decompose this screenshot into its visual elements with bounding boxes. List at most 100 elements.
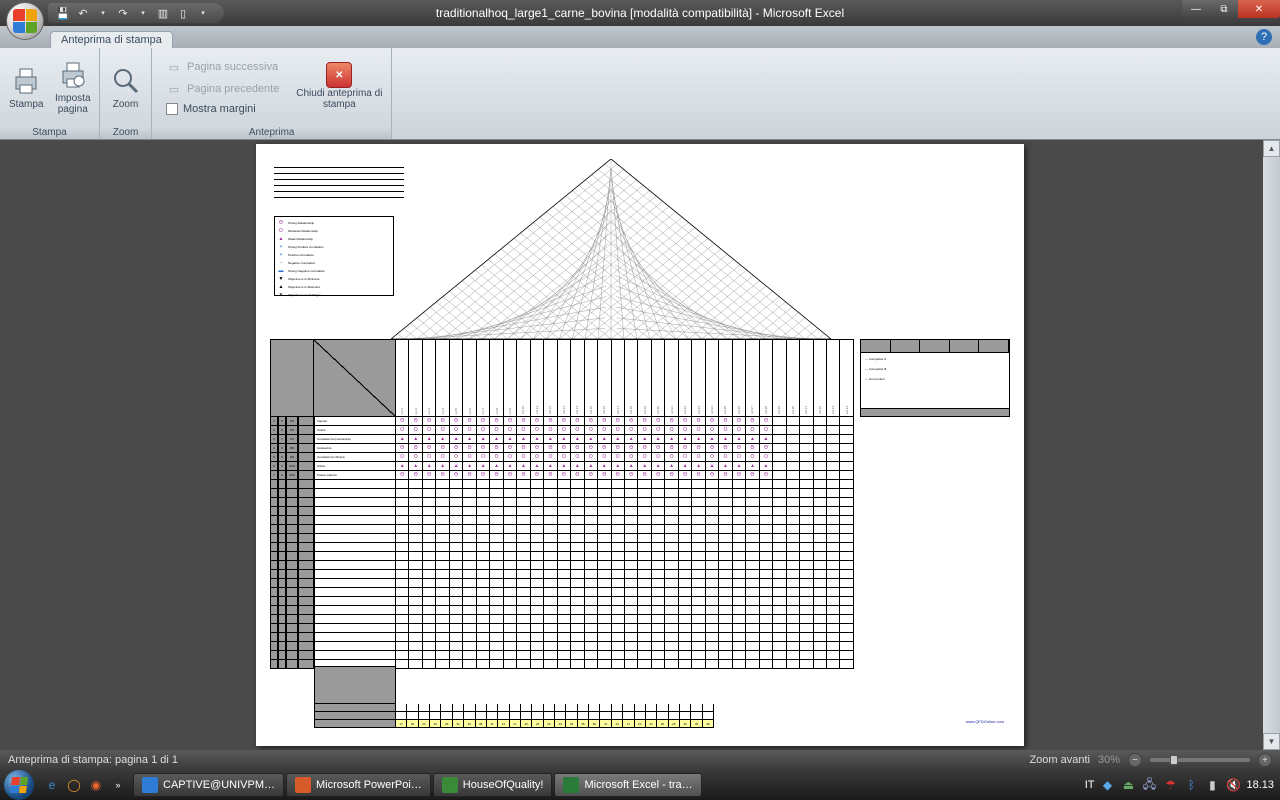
close-preview-icon: ✕	[326, 62, 352, 88]
magnifier-icon	[110, 65, 142, 97]
print-button[interactable]: Stampa	[4, 51, 49, 123]
tab-print-preview[interactable]: Anteprima di stampa	[50, 31, 173, 48]
tray-safely-remove-icon[interactable]: ⏏	[1120, 777, 1136, 793]
language-indicator[interactable]: IT	[1085, 779, 1095, 791]
tray-antivirus-icon[interactable]: ☂	[1162, 777, 1178, 793]
hoq-matrix: col 1col 2col 3col 4col 5col 6col 7col 8…	[270, 339, 854, 679]
hoq-title-block	[274, 162, 404, 198]
qat-customize-icon[interactable]: ▾	[196, 6, 210, 20]
redo-icon[interactable]: ↷	[116, 6, 130, 20]
window-controls: — ⧉ ✕	[1182, 0, 1280, 18]
app-icon	[442, 777, 458, 793]
group-title: Zoom	[100, 126, 151, 139]
taskbar-item[interactable]: CAPTIVE@UNIVPM…	[133, 773, 284, 797]
taskbar-item[interactable]: HouseOfQuality!	[433, 773, 553, 797]
windows-flag-icon	[10, 777, 28, 793]
firefox-icon[interactable]: ◉	[86, 775, 106, 795]
hoq-footer-link: www.QFDOnline.com	[966, 719, 1004, 724]
dropdown-icon[interactable]: ▾	[96, 6, 110, 20]
office-logo-icon	[13, 9, 37, 33]
window-title: traditionalhoq_large1_carne_bovina [moda…	[436, 6, 844, 20]
media-player-icon[interactable]: ◯	[64, 775, 84, 795]
hoq-row: 7311%Potere caloricoΘΘΘΘΘΘΘΘΘΘΘΘΘΘΘΘΘΘΘΘ…	[270, 471, 854, 480]
scroll-up-icon[interactable]: ▲	[1263, 140, 1280, 157]
hoq-row: 559%Consistenza chimicaΟΟΟΟΟΟΟΟΟΟΟΟΟΟΟΟΟ…	[270, 453, 854, 462]
hoq-totals: 1720232629323538111417202326293235381114…	[314, 666, 714, 728]
app-icon	[295, 777, 311, 793]
page-prev-icon: ▭	[166, 81, 182, 97]
app-icon	[142, 777, 158, 793]
zoom-slider[interactable]	[1150, 758, 1250, 762]
ribbon-tabbar: Anteprima di stampa ?	[0, 26, 1280, 48]
taskbar-item-label: HouseOfQuality!	[463, 779, 544, 791]
taskbar-item-label: Microsoft PowerPoi…	[316, 779, 422, 791]
vertical-scrollbar[interactable]: ▲ ▼	[1263, 140, 1280, 750]
zoom-in-button[interactable]: +	[1258, 753, 1272, 767]
close-button[interactable]: ✕	[1238, 0, 1280, 18]
status-bar: Anteprima di stampa: pagina 1 di 1 Zoom …	[0, 750, 1280, 770]
more-icon[interactable]: »	[108, 775, 128, 795]
tray-network-icon[interactable]: 🖧	[1141, 777, 1157, 793]
dropdown-icon[interactable]: ▾	[136, 6, 150, 20]
hoq-row: 377%Consistenza (meccanica)▲▲▲▲▲▲▲▲▲▲▲▲▲…	[270, 435, 854, 444]
show-margins-checkbox[interactable]: Mostra margini	[162, 101, 283, 117]
zoom-button[interactable]: Zoom	[104, 51, 147, 123]
prev-page-button: ▭ Pagina precedente	[162, 79, 283, 99]
page-next-icon: ▭	[166, 59, 182, 75]
clock[interactable]: 18.13	[1246, 779, 1274, 791]
hoq-row: 195%AspettoΘΘΘΘΘΘΘΘΘΘΘΘΘΘΘΘΘΘΘΘΘΘΘΘΘΘΘΘ	[270, 417, 854, 426]
group-title: Anteprima	[152, 126, 391, 139]
hoq-competitive-panel: — Competitor A— Competitor B— Our produc…	[860, 339, 1010, 417]
tray-battery-icon[interactable]: ▮	[1204, 777, 1220, 793]
page-setup-icon	[57, 59, 89, 91]
scroll-down-icon[interactable]: ▼	[1263, 733, 1280, 750]
hoq-row: 286%ColoreΟΟΟΟΟΟΟΟΟΟΟΟΟΟΟΟΟΟΟΟΟΟΟΟΟΟΟΟ	[270, 426, 854, 435]
taskbar-item-label: CAPTIVE@UNIVPM…	[163, 779, 275, 791]
next-page-button: ▭ Pagina successiva	[162, 57, 283, 77]
group-title: Stampa	[0, 126, 99, 139]
hoq-row: 468%GrassezzaΘΘΘΘΘΘΘΘΘΘΘΘΘΘΘΘΘΘΘΘΘΘΘΘΘΘΘ…	[270, 444, 854, 453]
hoq-roof	[391, 159, 831, 339]
print-preview-icon[interactable]: ▥	[156, 6, 170, 20]
tray-bluetooth-icon[interactable]: ᛒ	[1183, 777, 1199, 793]
tray-volume-icon[interactable]: 🔇	[1225, 777, 1241, 793]
undo-icon[interactable]: ↶	[76, 6, 90, 20]
zoom-out-button[interactable]: −	[1128, 753, 1142, 767]
zoom-label: Zoom avanti	[1029, 754, 1090, 766]
title-bar: 💾 ↶ ▾ ↷ ▾ ▥ ▯ ▾ traditionalhoq_large1_ca…	[0, 0, 1280, 26]
minimize-button[interactable]: —	[1182, 0, 1210, 18]
preview-workspace: ΘStrong RelationshipΟModerate Relationsh…	[0, 140, 1280, 750]
group-zoom: Zoom Zoom	[100, 48, 152, 139]
group-stampa: Stampa Imposta pagina Stampa	[0, 48, 100, 139]
zoom-controls: Zoom avanti 30% − +	[1029, 753, 1272, 767]
status-text: Anteprima di stampa: pagina 1 di 1	[8, 754, 178, 766]
office-button[interactable]	[6, 2, 44, 40]
app-icon	[563, 777, 579, 793]
page-setup-button[interactable]: Imposta pagina	[51, 51, 96, 123]
hoq-row: 6410%Odore▲▲▲▲▲▲▲▲▲▲▲▲▲▲▲▲▲▲▲▲▲▲▲▲▲▲▲▲	[270, 462, 854, 471]
zoom-percentage: 30%	[1098, 754, 1120, 766]
help-icon[interactable]: ?	[1256, 29, 1272, 45]
close-preview-button[interactable]: ✕ Chiudi anteprima di stampa	[291, 50, 387, 122]
save-icon[interactable]: 💾	[56, 6, 70, 20]
taskbar-item[interactable]: Microsoft Excel - tra…	[554, 773, 701, 797]
maximize-button[interactable]: ⧉	[1210, 0, 1238, 18]
ie-icon[interactable]: e	[42, 775, 62, 795]
taskbar-item-label: Microsoft Excel - tra…	[584, 779, 692, 791]
scroll-track[interactable]	[1263, 157, 1280, 733]
tray-icon[interactable]: ◆	[1099, 777, 1115, 793]
taskbar-item[interactable]: Microsoft PowerPoi…	[286, 773, 431, 797]
system-tray: IT ◆ ⏏ 🖧 ☂ ᛒ ▮ 🔇 18.13	[1079, 777, 1280, 793]
zoom-thumb[interactable]	[1170, 755, 1178, 765]
quick-access-toolbar: 💾 ↶ ▾ ↷ ▾ ▥ ▯ ▾	[48, 3, 224, 23]
windows-taskbar: e ◯ ◉ » CAPTIVE@UNIVPM… Microsoft PowerPo…	[0, 770, 1280, 800]
printer-icon	[10, 65, 42, 97]
preview-page: ΘStrong RelationshipΟModerate Relationsh…	[256, 144, 1024, 746]
start-button[interactable]	[0, 770, 38, 800]
checkbox-icon	[166, 103, 178, 115]
hoq-legend: ΘStrong RelationshipΟModerate Relationsh…	[274, 216, 394, 296]
group-anteprima: ▭ Pagina successiva ▭ Pagina precedente …	[152, 48, 392, 139]
chart-icon[interactable]: ▯	[176, 6, 190, 20]
quick-launch: e ◯ ◉ »	[38, 775, 132, 795]
ribbon: Stampa Imposta pagina Stampa Zoom Zoom	[0, 48, 1280, 140]
